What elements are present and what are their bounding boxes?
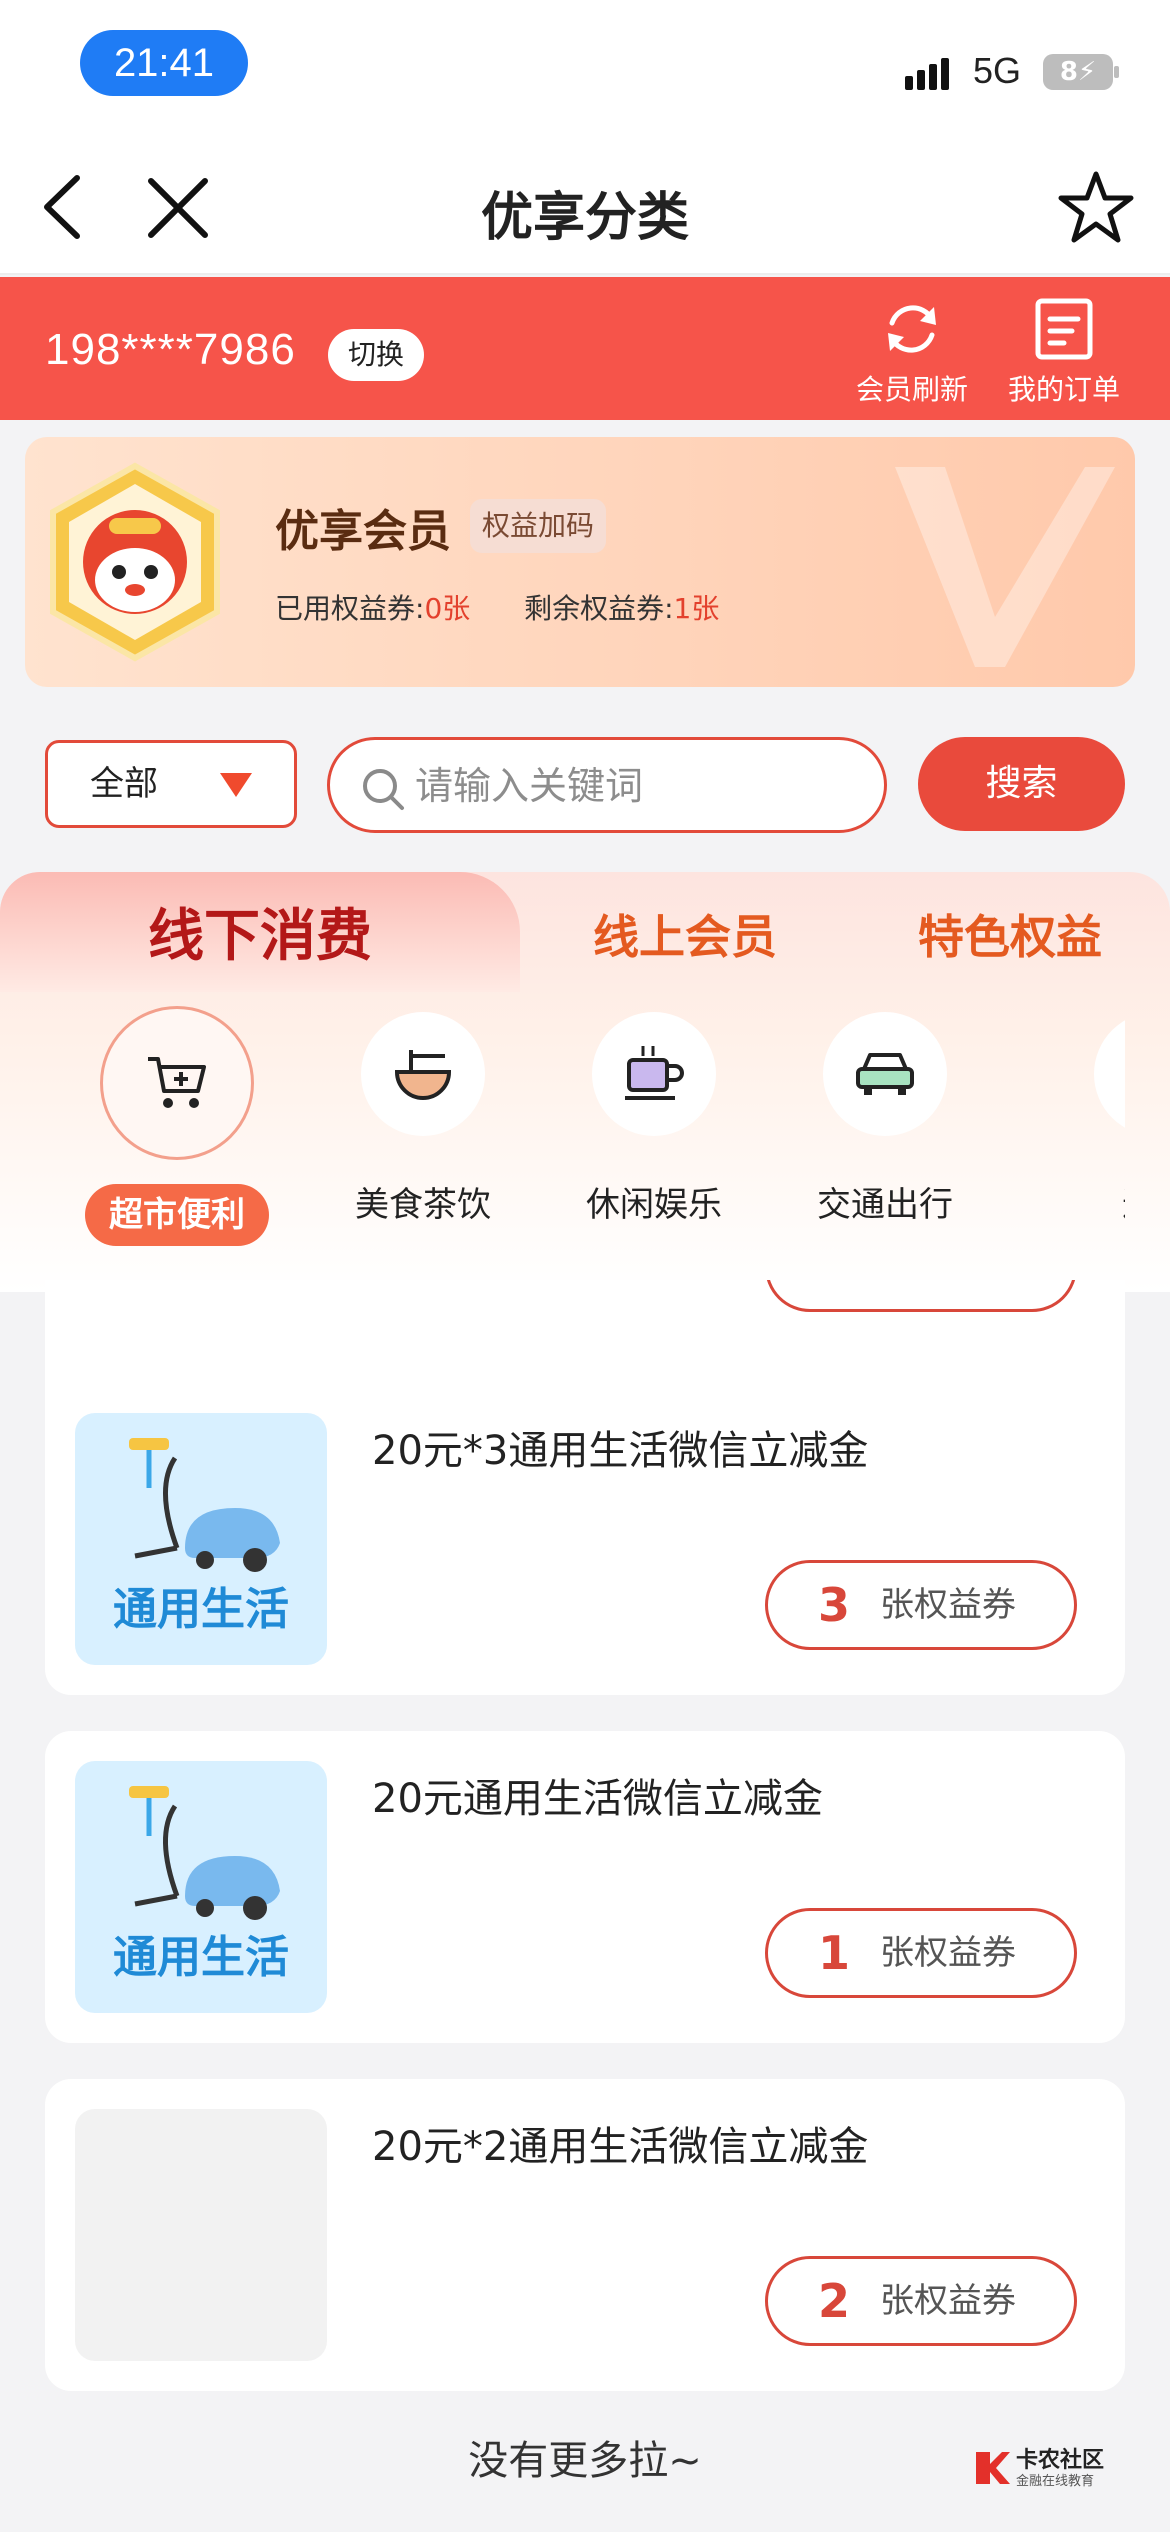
- battery-level: 8: [1059, 57, 1078, 87]
- member-card-stats: 已用权益券:0张 剩余权益券:1张: [275, 587, 719, 627]
- signal-icon: [905, 58, 953, 90]
- coffee-cup-icon: [625, 1046, 684, 1100]
- list-item[interactable]: 通用生活 20元通用生活微信立减金 1 张权益券: [45, 1731, 1125, 2043]
- used-coupons-label: 已用权益券:: [275, 592, 425, 625]
- category-label: 进店: [1098, 1174, 1125, 1236]
- coupon-unit: 张权益券: [880, 1933, 1016, 1973]
- network-label: 5G: [973, 50, 1022, 91]
- member-card: 优享会员 权益加码 已用权益券:0张 剩余权益券:1张: [25, 437, 1135, 687]
- status-time: 21:41: [80, 30, 248, 96]
- orders-label: 我的订单: [1007, 373, 1120, 406]
- category-circle: [823, 1012, 947, 1136]
- coupon-count: 2: [818, 2274, 851, 2328]
- product-thumbnail: 通用生活: [75, 1761, 327, 2013]
- my-orders-button[interactable]: 我的订单: [999, 297, 1129, 408]
- orders-icon: [1035, 298, 1093, 360]
- member-phone: 198****7986: [45, 325, 296, 374]
- benefit-boost-tag: 权益加码: [470, 499, 607, 553]
- tab-offline[interactable]: 线下消费: [0, 872, 520, 992]
- category-food-drinks[interactable]: 美食茶饮: [323, 1012, 523, 1236]
- category-label: 交通出行: [817, 1185, 953, 1225]
- watermark-subtitle: 金融在线教育: [1016, 2474, 1095, 2489]
- category-label: 超市便利: [85, 1184, 269, 1246]
- switch-account-button[interactable]: 切换: [328, 329, 424, 381]
- refresh-member-button[interactable]: 会员刷新: [847, 297, 977, 408]
- vip-watermark-icon: [895, 467, 1115, 667]
- list-item[interactable]: 通用生活 20元*3通用生活微信立减金 3 张权益券: [45, 1383, 1125, 1695]
- list-item[interactable]: 20元*2通用生活微信立减金 2 张权益券: [45, 2079, 1125, 2391]
- product-thumbnail-placeholder: [75, 2109, 327, 2361]
- category-label: 美食茶饮: [355, 1185, 491, 1225]
- dropdown-triangle-icon: [220, 773, 252, 797]
- watermark: 卡农社区 金融在线教育: [972, 2440, 1152, 2494]
- coupon-count: 3: [818, 1578, 851, 1632]
- member-card-title: 优享会员: [275, 506, 451, 557]
- coupon-count-pill[interactable]: [765, 1280, 1077, 1312]
- coupon-unit: 张权益券: [880, 1585, 1016, 1625]
- category-supermarket[interactable]: 超市便利: [77, 1006, 277, 1246]
- coupon-count-pill[interactable]: 3 张权益券: [765, 1560, 1077, 1650]
- product-title: 20元*3通用生活微信立减金: [372, 1428, 869, 1474]
- battery-icon: 8⚡: [1043, 54, 1113, 90]
- thumbnail-label: 通用生活: [113, 1932, 289, 1983]
- shopping-cart-icon: [148, 1057, 206, 1108]
- category-store-partial[interactable]: 进店: [1040, 1000, 1125, 1290]
- category-store[interactable]: 进店: [1056, 1012, 1125, 1236]
- used-coupons-value: 0张: [424, 592, 471, 625]
- battery-tip: [1114, 66, 1119, 78]
- vacuum-cleaner-icon: [129, 1786, 280, 1920]
- status-bar: 21:41 5G 8⚡: [0, 0, 1170, 140]
- category-circle: [1094, 1012, 1125, 1136]
- refresh-icon: [888, 305, 936, 353]
- page-title: 优享分类: [480, 188, 689, 248]
- refresh-label: 会员刷新: [855, 373, 968, 406]
- coupon-count: 1: [818, 1926, 851, 1980]
- product-thumbnail: 通用生活: [75, 1413, 327, 1665]
- product-title: 20元*2通用生活微信立减金: [372, 2124, 869, 2170]
- nav-bar: 优享分类: [0, 140, 1170, 275]
- category-circle: [361, 1012, 485, 1136]
- coupon-count-pill[interactable]: 1 张权益券: [765, 1908, 1077, 1998]
- remaining-coupons-label: 剩余权益券:: [524, 592, 674, 625]
- coupon-count-pill[interactable]: 2 张权益券: [765, 2256, 1077, 2346]
- category-circle: [100, 1006, 254, 1160]
- category-filter-value: 全部: [90, 764, 158, 804]
- category-filter-select[interactable]: 全部: [45, 740, 297, 828]
- car-icon: [856, 1053, 914, 1095]
- search-input[interactable]: [415, 758, 855, 814]
- category-transport[interactable]: 交通出行: [785, 1012, 985, 1236]
- search-box[interactable]: [327, 737, 887, 833]
- category-leisure[interactable]: 休闲娱乐: [554, 1012, 754, 1236]
- star-icon[interactable]: [1058, 170, 1134, 244]
- vacuum-cleaner-icon: [129, 1438, 280, 1572]
- tab-online-member[interactable]: 线上会员: [520, 872, 850, 992]
- thumbnail-label: 通用生活: [113, 1584, 289, 1635]
- noodle-bowl-icon: [394, 1050, 452, 1100]
- product-title: 20元通用生活微信立减金: [372, 1776, 823, 1822]
- product-list: 通用生活 20元*3通用生活微信立减金 3 张权益券 通用生活 20元通用生活微…: [0, 1280, 1170, 2430]
- tab-special-benefits[interactable]: 特色权益: [850, 872, 1170, 992]
- remaining-coupons-value: 1张: [673, 592, 720, 625]
- coupon-unit: 张权益券: [880, 2281, 1016, 2321]
- category-label: 休闲娱乐: [586, 1185, 722, 1225]
- member-bar: 198****7986 切换 会员刷新 我的订单: [0, 277, 1170, 420]
- watermark-logo-icon: [976, 2452, 1010, 2484]
- search-button[interactable]: 搜索: [918, 737, 1125, 831]
- member-avatar-badge: [50, 462, 220, 662]
- search-icon: [363, 769, 404, 810]
- category-circle: [592, 1012, 716, 1136]
